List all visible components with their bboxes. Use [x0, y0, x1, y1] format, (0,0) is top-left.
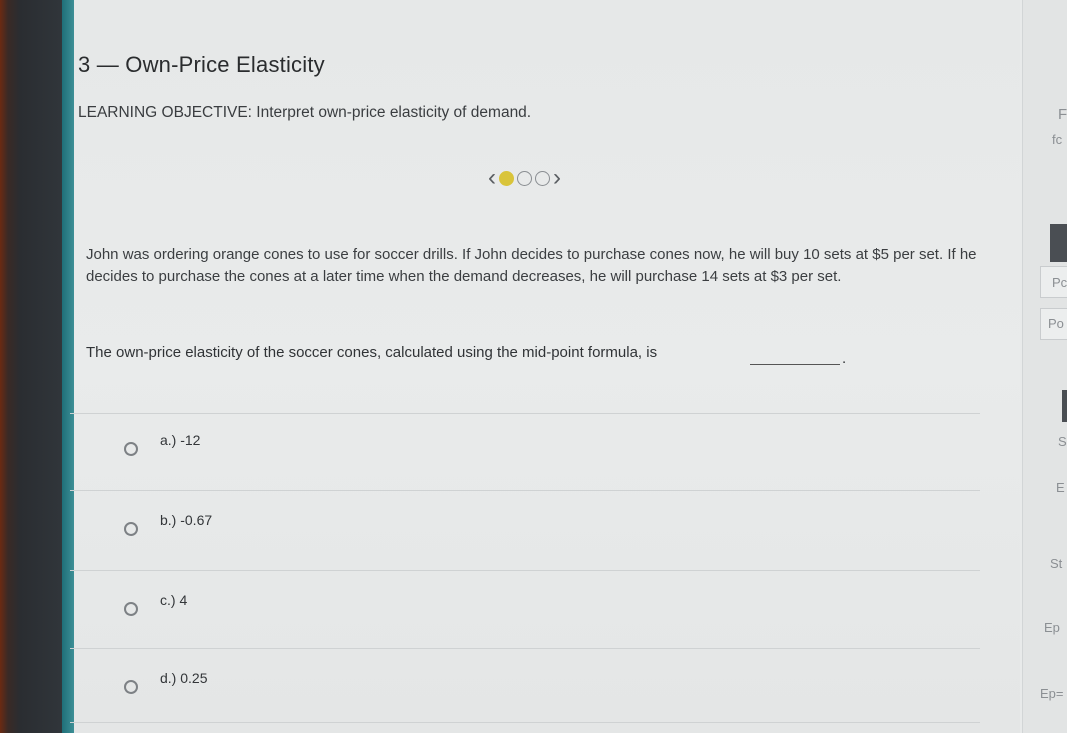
- radio-a[interactable]: [124, 442, 138, 456]
- pager-dot-1[interactable]: [499, 170, 514, 186]
- right-panel-text: fc: [1052, 132, 1063, 147]
- chevron-right-icon[interactable]: ›: [553, 166, 561, 190]
- divider: [70, 413, 980, 414]
- radio-d[interactable]: [124, 680, 138, 694]
- chevron-left-icon[interactable]: ‹: [488, 166, 496, 190]
- option-a[interactable]: a.) -12: [110, 420, 970, 490]
- right-panel-text: St: [1050, 556, 1063, 571]
- right-panel-text: F: [1058, 106, 1067, 123]
- right-panel-text: Po: [1048, 316, 1064, 331]
- divider: [70, 570, 980, 571]
- right-panel-bar: [1062, 390, 1067, 422]
- divider: [70, 490, 980, 491]
- right-panel-text: Pc: [1052, 275, 1067, 290]
- option-c-label: c.) 4: [160, 592, 188, 608]
- radio-c[interactable]: [124, 602, 138, 616]
- right-panel-text: Ep: [1044, 620, 1060, 635]
- answer-blank: [750, 364, 840, 365]
- learning-objective: LEARNING OBJECTIVE: Interpret own-price …: [78, 104, 532, 121]
- option-a-label: a.) -12: [160, 432, 201, 448]
- option-c[interactable]: c.) 4: [110, 580, 970, 650]
- divider: [70, 722, 980, 723]
- prompt-period: .: [842, 350, 847, 367]
- option-b-label: b.) -0.67: [160, 512, 213, 528]
- right-panel-text: Ep=: [1040, 686, 1064, 701]
- prompt-text: The own-price elasticity of the soccer c…: [86, 344, 658, 361]
- page-title: 3 — Own-Price Elasticity: [78, 52, 325, 77]
- sidebar-edge: [62, 0, 74, 733]
- right-panel-text: E: [1056, 480, 1065, 495]
- pager-dot-3[interactable]: [535, 170, 550, 186]
- option-b[interactable]: b.) -0.67: [110, 500, 970, 570]
- monitor-bezel: [0, 0, 70, 733]
- right-panel-bar: [1050, 224, 1067, 262]
- option-d-label: d.) 0.25: [160, 670, 208, 686]
- pager-dot-2[interactable]: [517, 170, 532, 186]
- right-panel-text: S: [1058, 434, 1067, 449]
- question-text: John was ordering orange cones to use fo…: [86, 246, 977, 285]
- question-prompt: The own-price elasticity of the soccer c…: [86, 344, 657, 361]
- radio-b[interactable]: [124, 522, 138, 536]
- divider: [70, 648, 980, 649]
- option-d[interactable]: d.) 0.25: [110, 658, 970, 728]
- question-pager: ‹ ›: [488, 165, 561, 191]
